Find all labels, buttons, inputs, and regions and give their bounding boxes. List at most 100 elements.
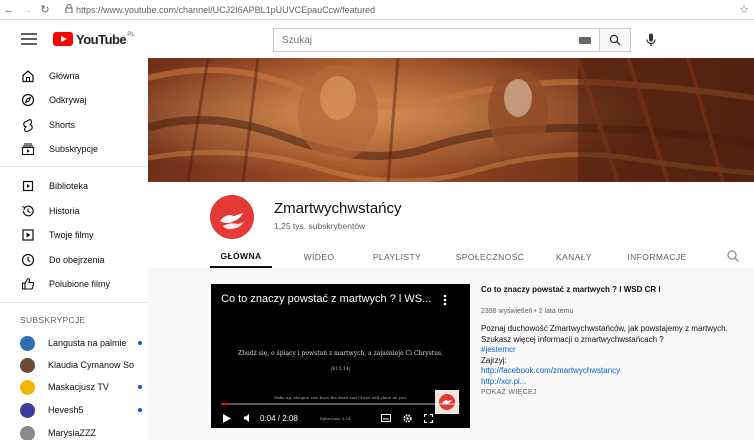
sidebar-item-label: Odkrywaj [49,95,87,105]
reload-icon[interactable]: ↻ [36,3,54,16]
sidebar-item-home[interactable]: Główna [0,65,148,87]
subscriptions-icon [20,141,36,157]
subscription-name: Maskacjusz TV [48,382,109,392]
channel-banner [148,58,754,182]
search-button[interactable] [599,28,631,52]
video-frame-caption: Ephesians 5:14 [319,415,351,421]
channel-search-icon[interactable] [726,249,740,263]
website-link[interactable]: http://xcr.pl... [481,377,746,388]
sidebar-divider [0,302,148,303]
sidebar-item-your-videos[interactable]: Twoje filmy [0,224,148,246]
fullscreen-icon[interactable] [423,413,433,423]
library-icon [20,178,36,194]
sidebar-item-subscriptions[interactable]: Subskrypcje [0,138,148,160]
tab-about[interactable]: INFORMACJE [620,245,694,268]
channel-avatar [20,357,35,373]
subscription-name: Hevesh5 [48,405,84,415]
sidebar-item-label: Twoje filmy [49,230,94,240]
sidebar-subscription[interactable]: Klaudia Cymanow So... [0,354,148,376]
new-content-dot [138,385,142,389]
description-line: Poznaj duchowość Zmartwychwstańców, jak … [481,324,728,333]
sidebar-item-watch-later[interactable]: Do obejrzenia [0,249,148,271]
subscriptions-heading: SUBSKRYPCJE [20,315,86,325]
sidebar-divider [0,166,148,167]
sidebar-item-label: Biblioteka [49,181,89,191]
address-bar[interactable]: https://www.youtube.com/channel/UCJ2I6AP… [62,2,734,18]
time-display: 0:04 / 2:08 [260,413,298,423]
featured-video-description: Poznaj duchowość Zmartwychwstańców, jak … [481,324,746,387]
forward-icon[interactable]: → [18,4,36,16]
video-player[interactable]: Co to znaczy powstać z martwych ? l WS..… [211,284,470,428]
bookmark-star-icon[interactable]: ☆ [734,3,754,16]
back-icon[interactable]: ← [0,4,18,16]
search-icon [609,34,621,46]
masthead: YouTube PL [0,20,754,58]
sidebar-item-label: Shorts [49,120,76,130]
search-bar [273,28,663,52]
sidebar-subscription[interactable]: MarysiaZZZ [0,422,148,440]
settings-gear-icon[interactable] [403,413,412,423]
your-videos-icon [20,227,36,243]
featured-video-title[interactable]: Co to znaczy powstać z martwych ? l WSD … [481,284,746,295]
sidebar-subscription[interactable]: Maskacjusz TV [0,376,148,398]
page-root: ← → ↻ https://www.youtube.com/channel/UC… [0,0,754,440]
channel-name: Zmartwychwstańcy [274,200,402,217]
channel-avatar[interactable] [210,195,254,239]
sidebar: Główna Odkrywaj Shorts Subskrypcje Bibli… [0,58,148,440]
hashtag-link[interactable]: #jestemcr [481,345,746,356]
progress-fill [221,403,229,405]
microphone-icon [646,33,656,46]
facebook-link[interactable]: http://facebook.com/zmartwychwstancy [481,366,746,377]
compass-icon [20,92,36,108]
featured-video-meta: 2398 wyświetleń • 2 lata temu [481,308,574,315]
channel-avatar [20,335,35,351]
sidebar-item-history[interactable]: Historia [0,200,148,222]
home-icon [20,68,36,84]
keyboard-icon[interactable] [579,36,591,44]
sidebar-item-shorts[interactable]: Shorts [0,114,148,136]
sidebar-subscription[interactable]: Hevesh5 [0,399,148,421]
channel-header: Zmartwychwstańcy 1,25 tys. subskrybentów… [148,182,754,268]
sidebar-item-explore[interactable]: Odkrywaj [0,89,148,111]
new-content-dot [138,341,142,345]
sidebar-item-label: Polubione filmy [49,279,111,289]
sidebar-item-label: Subskrypcje [49,144,99,154]
watch-later-icon [20,252,36,268]
subscription-name: Klaudia Cymanow So... [48,360,134,370]
youtube-play-icon [53,32,73,46]
menu-icon[interactable] [21,33,37,45]
channel-logo-icon [210,195,254,239]
youtube-logo[interactable]: YouTube PL [53,32,135,47]
browser-toolbar: ← → ↻ https://www.youtube.com/channel/UC… [0,0,754,20]
sidebar-item-library[interactable]: Biblioteka [0,175,148,197]
sidebar-item-label: Do obejrzenia [49,255,105,265]
search-input[interactable] [282,34,579,46]
tab-playlists[interactable]: PLAYLISTY [364,245,430,268]
tab-home[interactable]: GŁÓWNA [210,245,272,268]
play-icon[interactable] [223,413,231,423]
logo-text: YouTube [76,31,127,47]
featured-video-info: Co to znaczy powstać z martwych ? l WSD … [481,284,746,396]
show-more-button[interactable]: POKAŻ WIĘCEJ [481,389,746,396]
tab-community[interactable]: SPOŁECZNOŚĆ [450,245,530,268]
player-title[interactable]: Co to znaczy powstać z martwych ? l WS..… [221,293,431,305]
sidebar-item-liked-videos[interactable]: Polubione filmy [0,273,148,295]
progress-bar[interactable] [221,403,460,405]
history-icon [20,203,36,219]
description-line: Zajrzyj: [481,355,507,365]
volume-icon[interactable] [244,414,252,422]
featured-section: Co to znaczy powstać z martwych ? l WS..… [148,268,754,440]
tab-videos[interactable]: WIDEO [292,245,346,268]
search-field [273,28,599,52]
more-vertical-icon[interactable] [440,293,450,307]
sidebar-subscription[interactable]: Langusta na palmie [0,332,148,354]
player-controls: 0:04 / 2:08 Ephesians 5:14 [211,408,470,428]
tab-channels[interactable]: KANAŁY [546,245,602,268]
description-line: Szukasz więcej informacji o zmartwychwst… [481,334,664,344]
subtitles-icon[interactable] [380,414,391,422]
thumb-up-icon [20,276,36,292]
channel-avatar [20,402,35,418]
voice-search-button[interactable] [639,28,663,52]
logo-region: PL [127,32,135,38]
video-frame-english: Wake up, sleeper, rise from the dead and… [273,395,408,400]
